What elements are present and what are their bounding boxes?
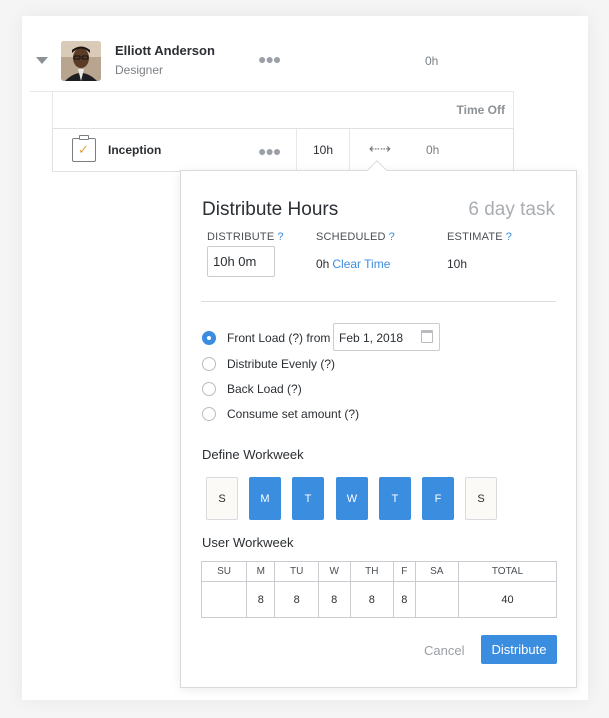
person-role: Designer — [115, 63, 164, 77]
resource-row[interactable]: Elliott Anderson Designer ●●● 0h — [30, 30, 514, 92]
day-toggle-tuesday[interactable]: T — [292, 477, 324, 520]
table-cell[interactable]: 8 — [274, 581, 319, 618]
day-toggle-friday[interactable]: F — [422, 477, 454, 520]
table-cell[interactable]: 8 — [246, 581, 276, 618]
distribute-arrows-icon[interactable]: ⇠⇢ — [369, 141, 391, 157]
table-row: 8 8 8 8 8 40 — [200, 581, 557, 618]
help-link[interactable]: ? — [277, 231, 283, 243]
task-duration: 6 day task — [468, 199, 555, 220]
radio-button[interactable] — [202, 407, 216, 421]
clipboard-task-icon: ✓ — [72, 135, 96, 162]
avatar — [61, 41, 101, 81]
calendar-icon[interactable] — [421, 330, 433, 343]
distribute-button[interactable]: Distribute — [481, 635, 557, 664]
help-link[interactable]: ? — [389, 231, 395, 243]
divider — [201, 301, 556, 302]
task-more-options-icon[interactable]: ●●● — [258, 143, 281, 159]
column-header: TOTAL — [458, 561, 557, 582]
column-header: TU — [274, 561, 319, 582]
scheduled-header: SCHEDULED? — [316, 231, 395, 243]
column-header: SA — [414, 561, 460, 582]
column-header: SU — [200, 561, 248, 582]
table-header-row: SU M TU W TH F SA TOTAL — [200, 561, 557, 582]
user-workweek-title: User Workweek — [202, 535, 294, 550]
cell-divider — [349, 129, 350, 171]
front-load-date-input[interactable]: Feb 1, 2018 — [333, 323, 440, 351]
total-cell: 40 — [458, 581, 557, 618]
clear-time-link[interactable]: Clear Time — [332, 257, 390, 271]
time-off-label: Time Off — [456, 103, 505, 117]
table-cell[interactable] — [414, 581, 460, 618]
person-name: Elliott Anderson — [115, 43, 215, 58]
day-toggle-thursday[interactable]: T — [379, 477, 411, 520]
column-header: TH — [349, 561, 395, 582]
column-header: F — [393, 561, 416, 582]
distribute-header: DISTRIBUTE? — [207, 231, 284, 243]
more-options-icon[interactable]: ●●● — [258, 51, 281, 67]
task-name: Inception — [108, 143, 162, 157]
day-toggle-monday[interactable]: M — [249, 477, 281, 520]
task-row[interactable]: ✓ Inception ●●● 10h ⇠⇢ 0h — [52, 128, 514, 172]
popover-title: Distribute Hours — [202, 199, 339, 220]
day-toggle-saturday[interactable]: S — [465, 477, 497, 520]
table-cell[interactable]: 8 — [393, 581, 416, 618]
table-cell[interactable]: 8 — [349, 581, 395, 618]
day-toggle-wednesday[interactable]: W — [336, 477, 368, 520]
table-cell[interactable] — [200, 581, 248, 618]
user-workweek-table: SU M TU W TH F SA TOTAL 8 8 8 8 8 40 — [200, 561, 557, 618]
collapse-caret-icon[interactable] — [36, 57, 48, 64]
task-remaining: 0h — [426, 143, 440, 157]
column-header: M — [246, 561, 276, 582]
scheduled-value: 0h Clear Time — [316, 257, 391, 271]
radio-button[interactable] — [202, 382, 216, 396]
estimate-header: ESTIMATE? — [447, 231, 513, 243]
define-workweek-title: Define Workweek — [202, 447, 304, 462]
task-hours[interactable]: 10h — [313, 143, 333, 157]
time-off-row: Time Off — [52, 92, 514, 128]
cancel-button[interactable]: Cancel — [424, 643, 464, 658]
help-link[interactable]: ? — [506, 231, 512, 243]
estimate-value: 10h — [447, 257, 468, 271]
cell-divider — [296, 129, 297, 171]
person-hours: 0h — [425, 54, 439, 68]
day-toggle-sunday[interactable]: S — [206, 477, 238, 520]
radio-button[interactable] — [202, 331, 216, 345]
table-cell[interactable]: 8 — [317, 581, 351, 618]
distribute-hours-popover: Distribute Hours 6 day task DISTRIBUTE? … — [180, 160, 577, 688]
distribute-hours-input[interactable] — [207, 246, 275, 277]
radio-button[interactable] — [202, 357, 216, 371]
column-header: W — [317, 561, 351, 582]
